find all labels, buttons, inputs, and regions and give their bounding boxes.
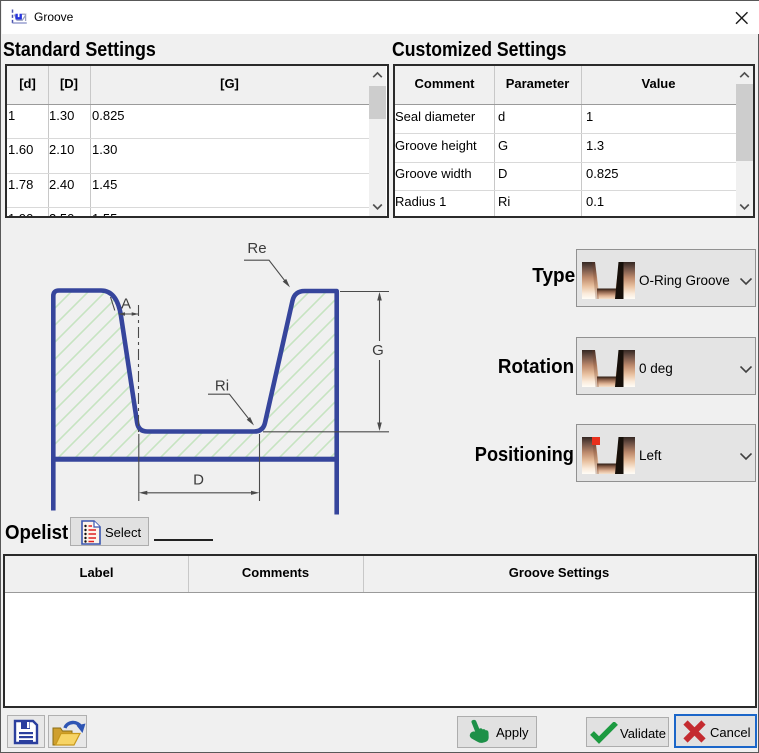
svg-text:G: G <box>372 342 384 359</box>
svg-text:Re: Re <box>247 240 266 257</box>
svg-text:A: A <box>121 296 131 313</box>
svg-text:D: D <box>193 472 204 489</box>
svg-text:Ri: Ri <box>215 378 229 395</box>
